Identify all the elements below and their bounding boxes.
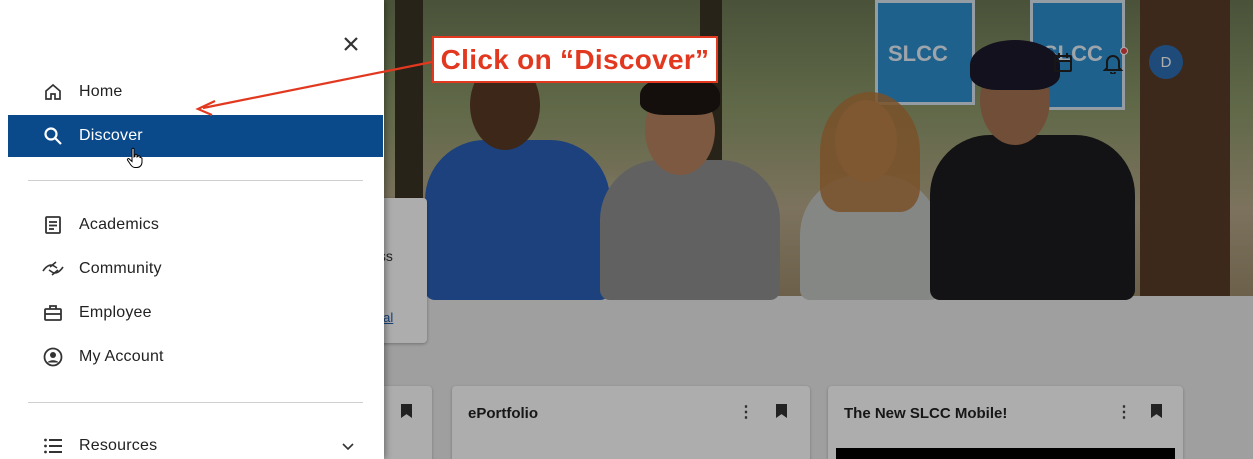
nav-item-label: Resources: [79, 437, 158, 454]
chevron-down-icon[interactable]: [340, 438, 356, 454]
handshake-icon: [42, 258, 64, 280]
nav-item-resources[interactable]: Resources: [8, 425, 383, 459]
document-icon: [42, 214, 64, 236]
account-circle-icon: [42, 346, 64, 368]
nav-item-label: Discover: [79, 127, 143, 144]
navigation-drawer: Home Discover Academics Community Employ…: [0, 0, 384, 459]
close-icon: [344, 37, 358, 51]
annotation-text: Click on “Discover”: [440, 43, 710, 75]
nav-item-my-account[interactable]: My Account: [8, 336, 383, 378]
close-button[interactable]: [337, 30, 365, 58]
nav-item-label: Home: [79, 83, 123, 100]
hand-cursor-icon: [126, 147, 143, 168]
nav-item-label: Employee: [79, 304, 152, 321]
nav-item-label: Academics: [79, 216, 160, 233]
nav-item-employee[interactable]: Employee: [8, 292, 383, 334]
annotation-callout: Click on “Discover”: [432, 36, 718, 83]
divider: [28, 402, 363, 403]
home-icon: [42, 81, 64, 103]
nav-item-academics[interactable]: Academics: [8, 204, 383, 246]
nav-item-discover[interactable]: Discover: [8, 115, 383, 157]
list-icon: [42, 435, 64, 457]
briefcase-icon: [42, 302, 64, 324]
divider: [28, 180, 363, 181]
search-icon: [42, 125, 64, 147]
nav-item-label: Community: [79, 260, 162, 277]
nav-item-home[interactable]: Home: [8, 71, 383, 113]
nav-item-label: My Account: [79, 348, 164, 365]
nav-item-community[interactable]: Community: [8, 248, 383, 290]
